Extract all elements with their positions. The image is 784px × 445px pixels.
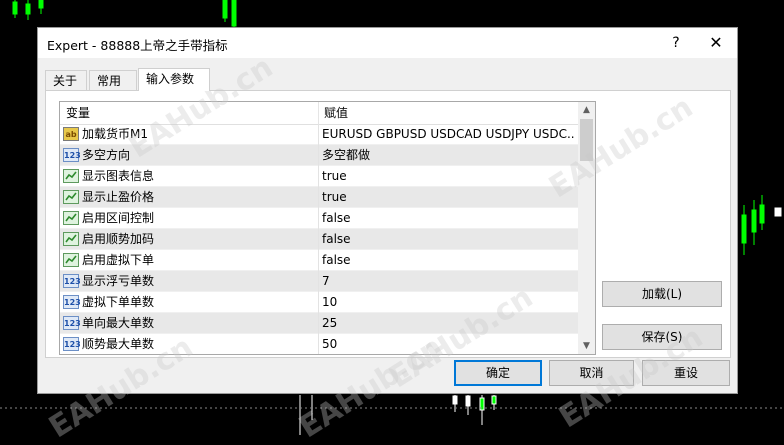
number-icon: 123 xyxy=(63,148,81,162)
load-button[interactable]: 加载(L) xyxy=(602,281,722,307)
ok-button[interactable]: 确定 xyxy=(454,360,542,386)
variable-name: 显示图表信息 xyxy=(82,169,155,183)
title-bar[interactable]: Expert - 88888上帝之手带指标 ? ✕ xyxy=(38,28,737,58)
variable-name: 显示止盈价格 xyxy=(82,190,155,204)
table-row[interactable]: 启用区间控制 false xyxy=(60,208,578,229)
candles-top xyxy=(12,0,237,27)
scroll-down-arrow-icon[interactable]: ▼ xyxy=(578,338,595,354)
variable-value[interactable]: true xyxy=(322,187,574,208)
variable-name: 启用虚拟下单 xyxy=(82,253,155,267)
number-icon: 123 xyxy=(63,337,81,351)
table-row[interactable]: 显示图表信息 true xyxy=(60,166,578,187)
variable-name: 多空方向 xyxy=(82,148,131,162)
variable-value[interactable]: EURUSD GBPUSD USDCAD USDJPY USDC... xyxy=(322,124,574,145)
scroll-up-arrow-icon[interactable]: ▲ xyxy=(578,102,595,118)
cell-separator xyxy=(318,124,319,145)
candles-right xyxy=(741,195,782,255)
bool-icon xyxy=(63,253,79,267)
cell-separator xyxy=(318,166,319,187)
vertical-scrollbar[interactable]: ▲ ▼ xyxy=(578,102,595,354)
column-header-value[interactable]: 赋值 xyxy=(318,102,578,124)
table-row[interactable]: 123 显示浮亏单数 7 xyxy=(60,271,578,292)
variable-name: 虚拟下单单数 xyxy=(82,295,155,309)
bool-icon xyxy=(63,190,79,204)
variable-value[interactable]: false xyxy=(322,229,574,250)
variable-value[interactable]: 7 xyxy=(322,271,574,292)
table-row[interactable]: 启用顺势加码 false xyxy=(60,229,578,250)
window-title: Expert - 88888上帝之手带指标 xyxy=(47,38,228,53)
table-row[interactable]: 启用虚拟下单 false xyxy=(60,250,578,271)
cell-separator xyxy=(318,187,319,208)
variable-value[interactable]: false xyxy=(322,208,574,229)
variable-name: 启用区间控制 xyxy=(82,211,155,225)
bool-icon xyxy=(63,232,79,246)
cell-separator xyxy=(318,208,319,229)
cell-separator xyxy=(318,292,319,313)
cell-separator xyxy=(318,313,319,334)
table-row[interactable]: 显示止盈价格 true xyxy=(60,187,578,208)
table-row[interactable]: 123 顺势最大单数 50 xyxy=(60,334,578,354)
tab-about[interactable]: 关于 xyxy=(45,70,87,90)
string-icon: ab xyxy=(63,127,79,141)
number-icon: 123 xyxy=(63,274,81,288)
variable-name: 显示浮亏单数 xyxy=(82,274,155,288)
cell-separator xyxy=(318,334,319,354)
expert-dialog: Expert - 88888上帝之手带指标 ? ✕ 关于 常用 输入参数 变量 … xyxy=(37,27,738,394)
variable-name: 单向最大单数 xyxy=(82,316,155,330)
cell-separator xyxy=(318,145,319,166)
tab-inputs[interactable]: 输入参数 xyxy=(138,68,210,91)
cell-separator xyxy=(318,250,319,271)
variable-value[interactable]: 多空都做 xyxy=(322,145,574,166)
cell-separator xyxy=(318,271,319,292)
variable-value[interactable]: false xyxy=(322,250,574,271)
bool-icon xyxy=(63,169,79,183)
cell-separator xyxy=(318,229,319,250)
variable-name: 启用顺势加码 xyxy=(82,232,155,246)
tab-common[interactable]: 常用 xyxy=(89,70,137,90)
grid-header: 变量 赋值 xyxy=(60,102,578,125)
bool-icon xyxy=(63,211,79,225)
help-button[interactable]: ? xyxy=(666,33,686,53)
number-icon: 123 xyxy=(63,316,81,330)
close-button[interactable]: ✕ xyxy=(704,32,728,54)
number-icon: 123 xyxy=(63,295,81,309)
variable-value[interactable]: true xyxy=(322,166,574,187)
